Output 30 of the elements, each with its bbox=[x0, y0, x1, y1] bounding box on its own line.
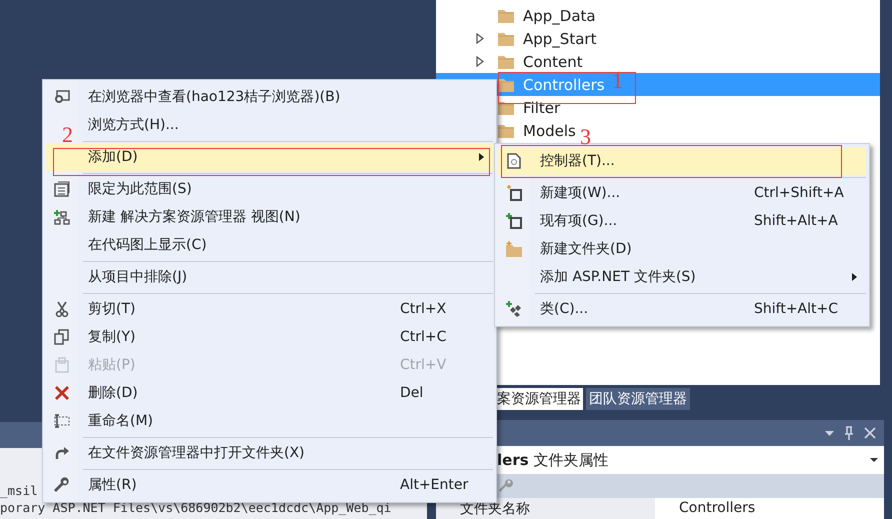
menu-item[interactable]: 从项目中排除(J) bbox=[77, 263, 493, 291]
menu-item[interactable]: 新建文件夹(D) bbox=[529, 235, 866, 263]
menu-item[interactable]: 在代码图上显示(C) bbox=[77, 231, 493, 259]
tree-item[interactable]: App_Start bbox=[436, 27, 598, 50]
tree-item[interactable]: Content bbox=[436, 50, 585, 73]
menu-item[interactable]: 新建 解决方案资源管理器 视图(N) bbox=[77, 203, 493, 231]
property-name: 文件夹名称 bbox=[436, 498, 655, 519]
annotation-number: 3 bbox=[580, 126, 591, 148]
menu-item[interactable]: 属性(R) Alt+Enter bbox=[77, 471, 493, 499]
menu-item[interactable]: 重命名(M) bbox=[77, 407, 493, 435]
menu-item[interactable]: 类(C)... Shift+Alt+C bbox=[529, 295, 866, 323]
property-value: Controllers bbox=[678, 499, 756, 518]
menu-item[interactable]: 添加 ASP.NET 文件夹(S) bbox=[529, 263, 866, 291]
menu-item[interactable]: 现有项(G)... Shift+Alt+A bbox=[529, 207, 866, 235]
menu-item[interactable]: 复制(Y) Ctrl+C bbox=[77, 323, 493, 351]
panel-tab[interactable]: 案资源管理器 bbox=[497, 388, 583, 410]
menu-item[interactable]: 剪切(T) Ctrl+X bbox=[77, 295, 493, 323]
menu-item[interactable]: 删除(D) Del bbox=[77, 379, 493, 407]
annotation-number: 2 bbox=[62, 124, 73, 146]
output-line: _msil bbox=[0, 482, 38, 499]
properties-title: lers 文件夹属性 bbox=[497, 450, 608, 470]
tree-item[interactable]: App_Data bbox=[436, 4, 598, 27]
output-line: porary ASP.NET Files\vs\686902b2\eec1dcdc\App_Web_qi bbox=[0, 499, 392, 516]
panel-tab[interactable]: 团队资源管理器 bbox=[586, 388, 690, 410]
menu-item[interactable]: 在文件资源管理器中打开文件夹(X) bbox=[77, 439, 493, 467]
menu-item[interactable]: 添加(D) bbox=[46, 143, 493, 171]
menu-item[interactable]: 控制器(T)... bbox=[498, 147, 866, 175]
annotation-number: 1 bbox=[612, 70, 623, 92]
menu-item[interactable]: 新建项(W)... Ctrl+Shift+A bbox=[529, 179, 866, 207]
menu-item[interactable]: 限定为此范围(S) bbox=[77, 175, 493, 203]
